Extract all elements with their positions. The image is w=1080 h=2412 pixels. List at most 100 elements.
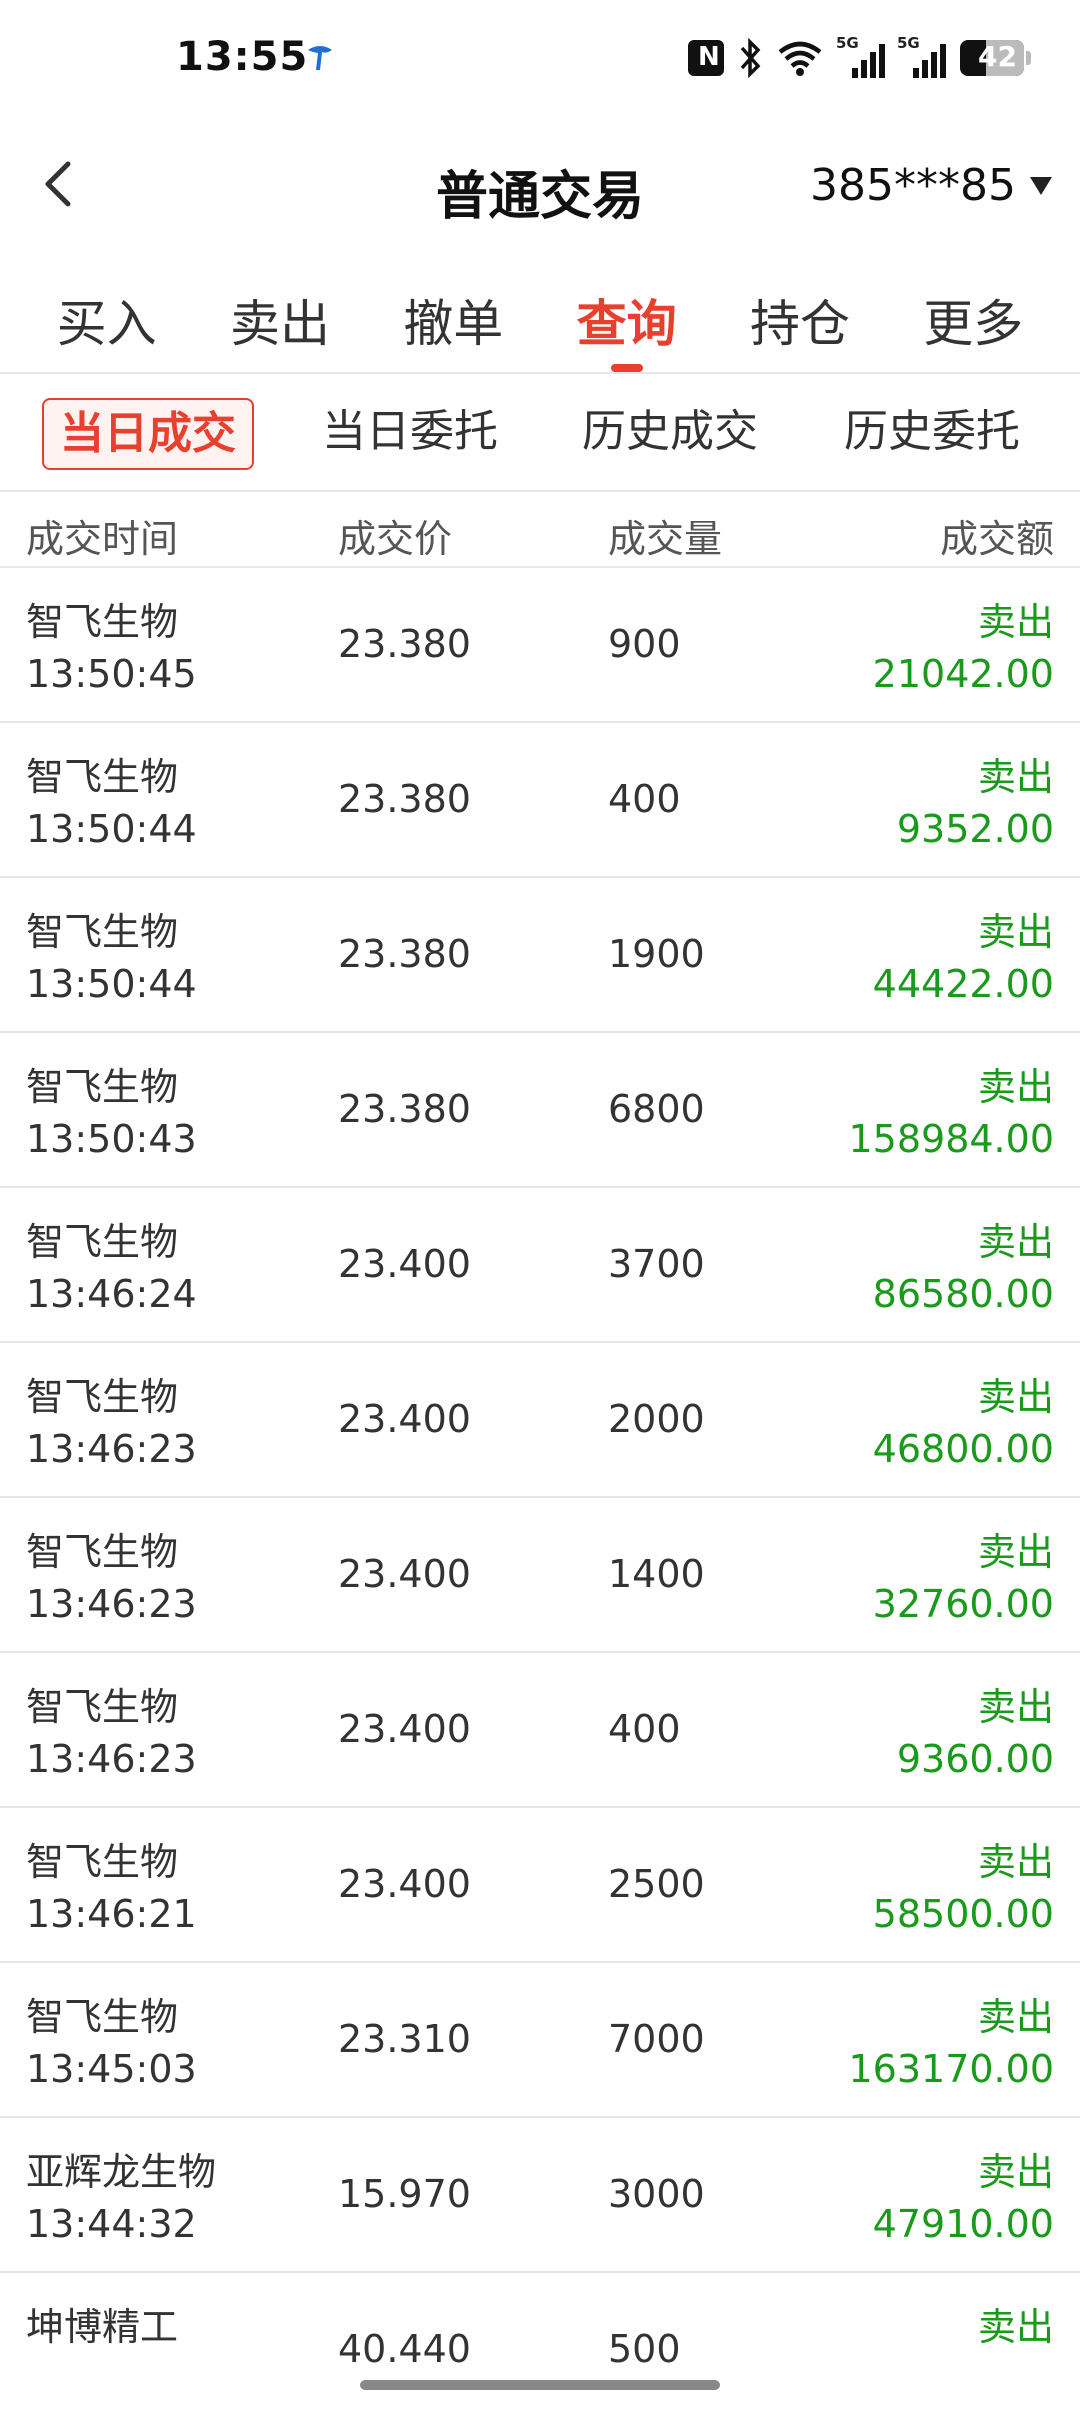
table-row[interactable]: 智飞生物 13:45:03 23.310 7000 卖出 163170.00 — [0, 1963, 1080, 2118]
trade-side: 卖出 — [977, 600, 1054, 644]
cell-stock-time: 智飞生物 13:46:23 — [26, 1526, 197, 1630]
tab-position[interactable]: 持仓 — [720, 262, 880, 372]
tab-sell[interactable]: 卖出 — [200, 262, 360, 372]
stock-name: 智飞生物 — [26, 1685, 179, 1729]
trade-price: 23.400 — [338, 1397, 471, 1441]
table-row[interactable]: 智飞生物 13:50:43 23.380 6800 卖出 158984.00 — [0, 1033, 1080, 1188]
trade-side: 卖出 — [977, 2150, 1054, 2194]
trade-side: 卖出 — [977, 1840, 1054, 1884]
stock-name: 智飞生物 — [26, 1995, 179, 2039]
stock-name: 亚辉龙生物 — [26, 2150, 217, 2194]
stock-name: 智飞生物 — [26, 910, 179, 954]
trade-amount: 47910.00 — [872, 2202, 1054, 2246]
trade-qty: 2500 — [608, 1862, 705, 1906]
trade-price: 23.380 — [338, 932, 471, 976]
cell-side-amount: 卖出 158984.00 — [849, 1061, 1055, 1165]
cell-stock-time: 智飞生物 13:50:43 — [26, 1061, 197, 1165]
trade-price: 40.440 — [338, 2327, 471, 2371]
table-row[interactable]: 智飞生物 13:46:21 23.400 2500 卖出 58500.00 — [0, 1808, 1080, 1963]
cell-side-amount: 卖出 47910.00 — [873, 2146, 1054, 2250]
carrier-icon — [308, 46, 332, 70]
trade-side: 卖出 — [977, 2305, 1054, 2349]
cell-stock-time: 智飞生物 13:46:24 — [26, 1216, 197, 1320]
cell-side-amount: 卖出 58500.00 — [873, 1836, 1054, 1940]
battery-level: 42 — [978, 40, 1017, 73]
trade-price: 23.310 — [338, 2017, 471, 2061]
table-row[interactable]: 智飞生物 13:50:44 23.380 400 卖出 9352.00 — [0, 723, 1080, 878]
cell-side-amount: 卖出 46800.00 — [873, 1371, 1054, 1475]
trade-amount: 9352.00 — [896, 807, 1054, 851]
cell-side-amount: 卖出 86580.00 — [873, 1216, 1054, 1320]
table-row[interactable]: 智飞生物 13:46:24 23.400 3700 卖出 86580.00 — [0, 1188, 1080, 1343]
cell-side-amount: 卖出 32760.00 — [873, 1526, 1054, 1630]
account-selector[interactable]: 385***85 — [810, 160, 1052, 211]
table-row[interactable]: 坤博精工 40.440 500 卖出 — [0, 2273, 1080, 2380]
cell-side-amount: 卖出 9352.00 — [897, 751, 1054, 855]
trade-price: 23.400 — [338, 1242, 471, 1286]
stock-name: 智飞生物 — [26, 1375, 179, 1419]
column-header-price: 成交价 — [338, 517, 453, 561]
tab-buy[interactable]: 买入 — [27, 262, 187, 372]
status-time: 13:55 — [176, 34, 309, 80]
trade-qty: 400 — [608, 777, 681, 821]
trade-price: 23.380 — [338, 1087, 471, 1131]
trade-qty: 500 — [608, 2327, 681, 2371]
subtab-today-deals[interactable]: 当日成交 — [42, 398, 254, 470]
trade-qty: 3700 — [608, 1242, 705, 1286]
cell-side-amount: 卖出 9360.00 — [897, 1681, 1054, 1785]
home-indicator[interactable] — [360, 2380, 720, 2390]
subtab-today-orders[interactable]: 当日委托 — [322, 398, 498, 466]
trade-price: 23.380 — [338, 622, 471, 666]
trade-price: 23.400 — [338, 1707, 471, 1751]
status-bar: 13:55 N 5G 5G 42 — [0, 0, 1080, 120]
trade-amount: 86580.00 — [872, 1272, 1054, 1316]
cell-stock-time: 坤博精工 — [26, 2301, 178, 2353]
cell-stock-time: 智飞生物 13:45:03 — [26, 1991, 197, 2095]
trade-side: 卖出 — [977, 755, 1054, 799]
cell-stock-time: 智飞生物 13:50:44 — [26, 906, 197, 1010]
battery-icon: 42 — [960, 40, 1031, 76]
cell-side-amount: 卖出 21042.00 — [873, 596, 1054, 700]
trade-side: 卖出 — [977, 1220, 1054, 1264]
trade-qty: 900 — [608, 622, 681, 666]
wifi-icon — [778, 41, 822, 76]
trade-amount: 158984.00 — [848, 1117, 1055, 1161]
trade-time: 13:46:23 — [26, 1737, 197, 1781]
table-row[interactable]: 亚辉龙生物 13:44:32 15.970 3000 卖出 47910.00 — [0, 2118, 1080, 2273]
trade-time: 13:44:32 — [26, 2202, 197, 2246]
table-row[interactable]: 智飞生物 13:46:23 23.400 1400 卖出 32760.00 — [0, 1498, 1080, 1653]
stock-name: 智飞生物 — [26, 1530, 179, 1574]
bluetooth-icon — [740, 38, 761, 78]
stock-name: 智飞生物 — [26, 600, 179, 644]
table-row[interactable]: 智飞生物 13:50:44 23.380 1900 卖出 44422.00 — [0, 878, 1080, 1033]
cell-stock-time: 智飞生物 13:50:45 — [26, 596, 197, 700]
app-header: 普通交易 385***85 — [0, 120, 1080, 250]
trade-qty: 1900 — [608, 932, 705, 976]
tab-query[interactable]: 查询 — [547, 262, 707, 372]
trade-side: 卖出 — [977, 1530, 1054, 1574]
tab-more[interactable]: 更多 — [893, 262, 1053, 372]
trade-qty: 7000 — [608, 2017, 705, 2061]
trade-time: 13:45:03 — [26, 2047, 197, 2091]
trade-amount: 163170.00 — [848, 2047, 1055, 2091]
trade-side: 卖出 — [977, 1065, 1054, 1109]
trade-time: 13:46:21 — [26, 1892, 197, 1936]
trade-amount: 21042.00 — [872, 652, 1054, 696]
trade-amount: 46800.00 — [872, 1427, 1054, 1471]
cell-stock-time: 智飞生物 13:50:44 — [26, 751, 197, 855]
trade-time: 13:50:44 — [26, 807, 197, 851]
nfc-icon: N — [688, 40, 724, 76]
subtab-history-orders[interactable]: 历史委托 — [844, 398, 1020, 466]
table-row[interactable]: 智飞生物 13:46:23 23.400 2000 卖出 46800.00 — [0, 1343, 1080, 1498]
tab-cancel[interactable]: 撤单 — [373, 262, 533, 372]
trade-time: 13:50:44 — [26, 962, 197, 1006]
sub-tabs: 当日成交 当日委托 历史成交 历史委托 — [0, 374, 1080, 490]
subtab-history-deals[interactable]: 历史成交 — [582, 398, 758, 466]
stock-name: 智飞生物 — [26, 1220, 179, 1264]
trade-price: 23.380 — [338, 777, 471, 821]
main-tabs: 买入 卖出 撤单 查询 持仓 更多 — [0, 262, 1080, 372]
table-row[interactable]: 智飞生物 13:50:45 23.380 900 卖出 21042.00 — [0, 568, 1080, 723]
table-row[interactable]: 智飞生物 13:46:23 23.400 400 卖出 9360.00 — [0, 1653, 1080, 1808]
trade-qty: 400 — [608, 1707, 681, 1751]
trade-amount: 9360.00 — [896, 1737, 1054, 1781]
